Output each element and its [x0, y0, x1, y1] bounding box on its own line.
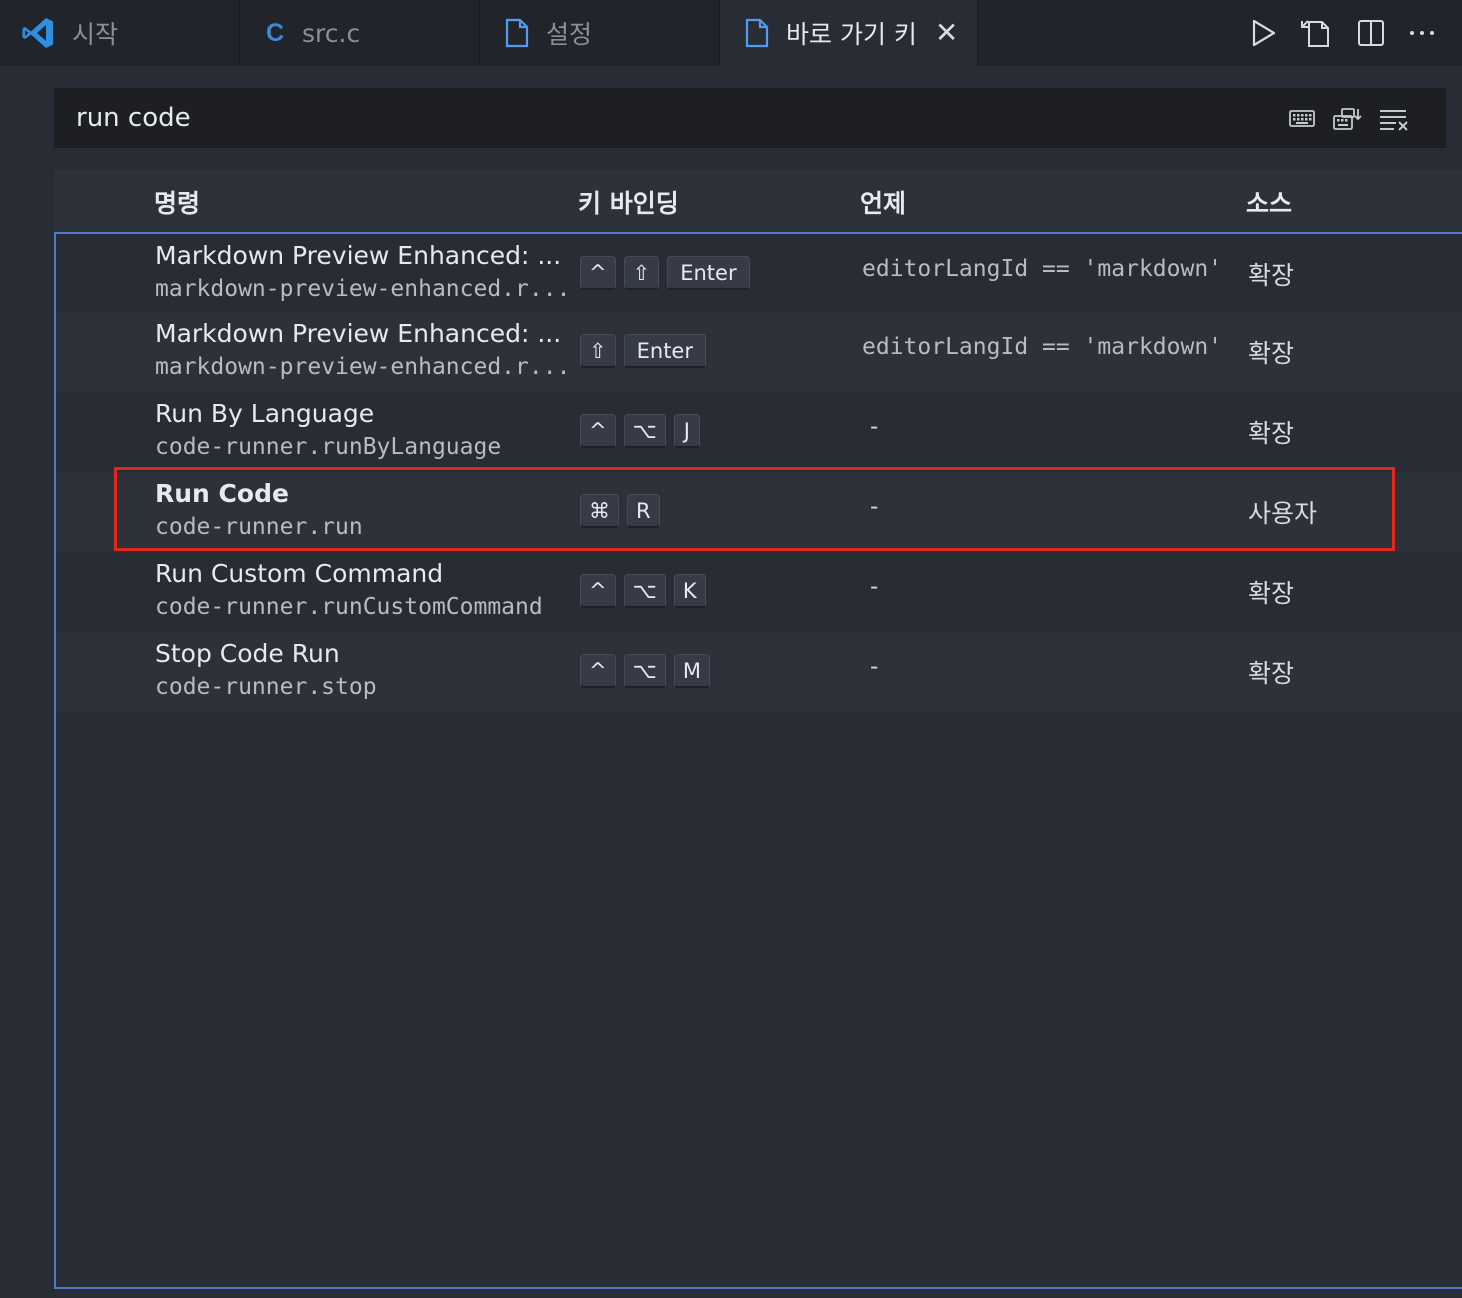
- key-cap: M: [673, 654, 710, 688]
- search-actions: [1288, 106, 1410, 132]
- command-id: markdown-preview-enhanced.r...: [155, 276, 571, 302]
- table-row[interactable]: Run By Language code-runner.runByLanguag…: [56, 392, 1462, 472]
- table-row[interactable]: Markdown Preview Enhanced: ... markdown-…: [56, 312, 1462, 392]
- command-title: Markdown Preview Enhanced: ...: [155, 319, 562, 348]
- tab-keyboard-shortcuts[interactable]: 바로 가기 키 ✕: [720, 0, 978, 66]
- source-cell: 확장: [1248, 419, 1295, 448]
- key-cap: Enter: [623, 334, 706, 368]
- key-cap: ^: [580, 414, 616, 448]
- highlight-box: [114, 467, 1395, 551]
- command-cell: Markdown Preview Enhanced: ... markdown-…: [155, 318, 571, 384]
- key-cap: K: [673, 574, 706, 608]
- editor-tab-bar: 시작 C src.c 설정 바로 가기 키 ✕: [0, 0, 1462, 66]
- file-icon: [744, 18, 770, 48]
- column-header-when[interactable]: 언제: [860, 184, 906, 220]
- key-cap: ^: [580, 256, 616, 290]
- command-id: code-runner.runCustomCommand: [155, 594, 543, 620]
- when-cell: -: [870, 574, 879, 600]
- editor-actions: [1248, 0, 1462, 66]
- key-cap: ⌥: [623, 414, 666, 448]
- column-header-source[interactable]: 소스: [1246, 184, 1292, 220]
- open-json-icon[interactable]: [1300, 17, 1334, 49]
- tab-src-c-label: src.c: [302, 18, 361, 48]
- key-cap: Enter: [667, 256, 750, 290]
- keybindings-table-body: Markdown Preview Enhanced: ... markdown-…: [54, 232, 1462, 1289]
- source-cell: 확장: [1248, 261, 1295, 290]
- keybindings-search-input[interactable]: [76, 98, 1076, 138]
- more-actions-icon[interactable]: [1408, 18, 1436, 48]
- command-id: markdown-preview-enhanced.r...: [155, 354, 571, 380]
- command-id: code-runner.stop: [155, 674, 377, 700]
- command-cell: Run Custom Command code-runner.runCustom…: [155, 558, 555, 624]
- command-cell: Markdown Preview Enhanced: ... markdown-…: [155, 240, 571, 306]
- command-title: Stop Code Run: [155, 639, 340, 668]
- command-title: Run Custom Command: [155, 559, 444, 588]
- keybinding-cell: ⇧ Enter: [580, 334, 706, 368]
- key-cap: ^: [580, 574, 616, 608]
- tab-start-label: 시작: [72, 20, 119, 49]
- source-cell: 확장: [1248, 659, 1295, 688]
- key-cap: ⇧: [623, 256, 660, 290]
- when-cell: editorLangId == 'markdown': [862, 256, 1223, 282]
- table-row[interactable]: Run Custom Command code-runner.runCustom…: [56, 552, 1462, 632]
- sort-by-precedence-icon[interactable]: [1332, 106, 1362, 132]
- keybindings-table-header: 명령 키 바인딩 언제 소스: [54, 170, 1462, 232]
- key-cap: ⌥: [623, 574, 666, 608]
- split-editor-icon[interactable]: [1356, 18, 1386, 48]
- key-cap: ⌥: [623, 654, 666, 688]
- command-title: Run By Language: [155, 399, 375, 428]
- command-title: Markdown Preview Enhanced: ...: [155, 241, 562, 270]
- file-icon: [504, 18, 530, 48]
- keybinding-cell: ^ ⌥ K: [580, 574, 706, 608]
- command-cell: Stop Code Run code-runner.stop: [155, 638, 555, 704]
- tab-keyboard-shortcuts-label: 바로 가기 키: [786, 20, 917, 49]
- keybinding-cell: ^ ⌥ M: [580, 654, 710, 688]
- tab-settings[interactable]: 설정: [480, 0, 720, 66]
- column-header-command[interactable]: 명령: [154, 184, 200, 220]
- command-id: code-runner.runByLanguage: [155, 434, 502, 460]
- tab-src-c[interactable]: C src.c: [240, 0, 480, 66]
- table-row[interactable]: Stop Code Run code-runner.stop ^ ⌥ M - 확…: [56, 632, 1462, 712]
- keybindings-search-box: [54, 88, 1446, 148]
- when-cell: -: [870, 414, 879, 440]
- command-cell: Run By Language code-runner.runByLanguag…: [155, 398, 555, 464]
- when-cell: -: [870, 654, 879, 680]
- source-cell: 확장: [1248, 579, 1295, 608]
- tab-settings-label: 설정: [546, 20, 593, 49]
- close-icon[interactable]: ✕: [935, 19, 958, 47]
- clear-filter-icon[interactable]: [1378, 106, 1410, 132]
- key-cap: ⇧: [580, 334, 616, 368]
- source-cell: 확장: [1248, 339, 1295, 368]
- key-cap: ^: [580, 654, 616, 688]
- column-header-keybinding[interactable]: 키 바인딩: [578, 184, 679, 220]
- when-cell: editorLangId == 'markdown': [862, 334, 1223, 360]
- table-row[interactable]: Markdown Preview Enhanced: ... markdown-…: [56, 234, 1462, 314]
- vscode-logo-icon: [20, 15, 56, 51]
- key-cap: J: [673, 414, 700, 448]
- keybinding-cell: ^ ⌥ J: [580, 414, 700, 448]
- keybinding-cell: ^ ⇧ Enter: [580, 256, 750, 290]
- tab-start[interactable]: 시작: [0, 0, 240, 66]
- c-file-icon: C: [266, 18, 285, 47]
- record-keys-icon[interactable]: [1288, 106, 1316, 132]
- run-icon[interactable]: [1248, 18, 1278, 48]
